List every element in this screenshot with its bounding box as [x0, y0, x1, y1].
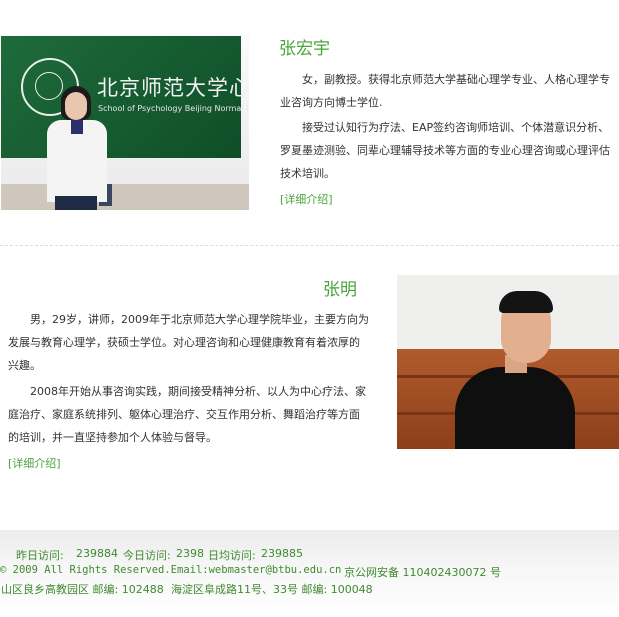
- profile-photo-zhang-ming: [397, 275, 619, 449]
- section-divider: [0, 245, 619, 246]
- copyright-text: © 2009 All Rights Reserved.Email:webmast…: [0, 564, 342, 576]
- campus-address-haidian: 海淀区阜成路11号、33号 邮编: 100048: [171, 583, 373, 596]
- profile-bio-paragraph: 女，副教授。获得北京师范大学基础心理学专业、人格心理学专业咨询方向博士学位.: [280, 73, 610, 109]
- detail-link[interactable]: [详细介绍]: [280, 191, 333, 207]
- daily-average-value: 239885: [261, 547, 303, 560]
- signboard-english-text: School of Psychology Beijing Normal Univ…: [98, 104, 249, 113]
- campus-address-liangxiang: 房山区良乡高教园区 邮编: 102488: [0, 583, 164, 596]
- icp-record-link[interactable]: 京公网安备 110402430072 号: [344, 564, 501, 580]
- daily-average-label: 日均访问:: [208, 549, 256, 562]
- profile-name: 张明: [323, 280, 357, 300]
- profile-bio-paragraph: 男，29岁，讲师，2009年于北京师范大学心理学院毕业，主要方向为发展与教育心理…: [8, 313, 369, 372]
- profile-photo-zhang-hongyu: 北京师范大学心理学院 School of Psychology Beijing …: [1, 34, 249, 210]
- today-visits-value: 2398: [176, 547, 204, 560]
- profile-name: 张宏宇: [279, 39, 330, 59]
- detail-link[interactable]: [详细介绍]: [8, 455, 61, 471]
- profile-bio-paragraph: 2008年开始从事咨询实践，期间接受精神分析、以人为中心疗法、家庭治疗、家庭系统…: [8, 385, 366, 444]
- profile-bio-paragraph: 接受过认知行为疗法、EAP签约咨询师培训、个体潜意识分析、罗夏墨迹测验、同辈心理…: [280, 121, 610, 180]
- site-footer: 昨日访问: 239884 今日访问: 2398 日均访问: 239885 © 2…: [0, 530, 619, 617]
- today-visits-label: 今日访问:: [123, 549, 171, 562]
- yesterday-visits-label: 昨日访问:: [16, 549, 64, 562]
- yesterday-visits-value: 239884: [76, 547, 118, 560]
- signboard-chinese-text: 北京师范大学心理学院: [97, 76, 249, 100]
